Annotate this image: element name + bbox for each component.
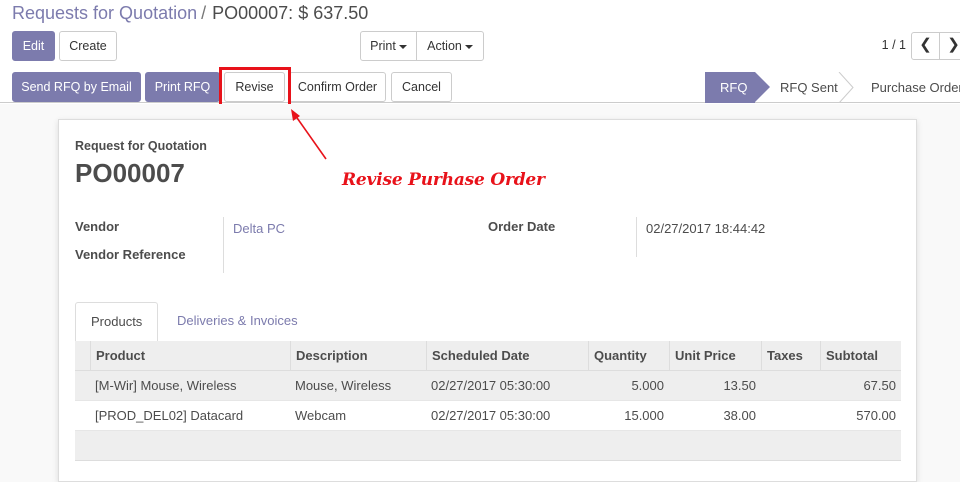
chevron-left-icon: ❮	[919, 36, 932, 53]
annotation-text: Revise Purhase Order	[342, 170, 545, 190]
pager-value[interactable]: 1 / 1	[882, 38, 906, 52]
order-date-field[interactable]: 02/27/2017 18:44:42	[646, 221, 765, 236]
column-header[interactable]: Taxes	[761, 341, 820, 371]
order-date-label: Order Date	[488, 219, 556, 234]
page-title: PO00007	[75, 158, 185, 188]
stage-label: RFQ	[720, 80, 748, 95]
unit-price-cell: 38.00	[723, 408, 756, 423]
unit-price-cell: 13.50	[723, 378, 756, 393]
stage-rfq-sent[interactable]: RFQ Sent	[780, 72, 838, 103]
subtotal-cell: 67.50	[863, 378, 896, 393]
annotation-arrow-icon	[291, 109, 327, 160]
table-row[interactable]: [M-Wir] Mouse, Wireless Mouse, Wireless …	[75, 371, 901, 401]
taxes-cell	[761, 371, 820, 401]
form-subtitle: Request for Quotation	[75, 139, 207, 153]
notebook-tabs: Products Deliveries & Invoices	[75, 302, 901, 343]
scheduled-date-cell: 02/27/2017 05:30:00	[431, 408, 551, 423]
description-cell: Webcam	[295, 408, 347, 423]
breadcrumb-link-rfq[interactable]: Requests for Quotation	[12, 3, 197, 23]
column-header[interactable]: Subtotal	[820, 341, 901, 371]
column-header[interactable]: Quantity	[588, 341, 669, 371]
column-header[interactable]: Product	[90, 341, 290, 371]
field-divider	[636, 217, 637, 257]
revise-highlight-box	[219, 67, 291, 107]
chevron-down-icon	[464, 44, 473, 49]
print-rfq-button[interactable]: Print RFQ	[145, 72, 220, 102]
stage-purchase-order[interactable]: Purchase Order	[871, 72, 960, 103]
chevron-down-icon	[398, 44, 407, 49]
next-record-button[interactable]: ❯	[939, 32, 960, 60]
chevron-right-icon: ❯	[947, 36, 960, 53]
subtotal-cell: 570.00	[856, 408, 896, 423]
column-header[interactable]: Description	[290, 341, 426, 371]
table-row[interactable]: [PROD_DEL02] Datacard Webcam 02/27/2017 …	[75, 401, 901, 431]
breadcrumb: Requests for Quotation / PO00007: $ 637.50	[12, 3, 368, 24]
handle-column	[75, 341, 90, 371]
send-rfq-email-button[interactable]: Send RFQ by Email	[12, 72, 141, 102]
print-label: Print	[370, 39, 396, 53]
action-label: Action	[427, 39, 462, 53]
create-button[interactable]: Create	[59, 31, 117, 61]
table-header: Product Description Scheduled Date Quant…	[75, 341, 901, 371]
tab-products[interactable]: Products	[75, 302, 159, 343]
quantity-cell: 15.000	[624, 408, 664, 423]
breadcrumb-separator: /	[201, 3, 207, 23]
vendor-reference-label: Vendor Reference	[75, 247, 186, 262]
vendor-label: Vendor	[75, 219, 120, 234]
cancel-button[interactable]: Cancel	[391, 72, 452, 102]
tab-deliveries-invoices[interactable]: Deliveries & Invoices	[162, 302, 313, 343]
table-footer	[75, 431, 901, 461]
column-header[interactable]: Scheduled Date	[426, 341, 588, 371]
vendor-field[interactable]: Delta PC	[233, 221, 285, 236]
stage-rfq[interactable]: RFQ	[705, 72, 770, 103]
print-dropdown[interactable]: Print	[360, 31, 417, 61]
field-divider	[223, 217, 224, 273]
quantity-cell: 5.000	[631, 378, 664, 393]
edit-button[interactable]: Edit	[12, 31, 55, 61]
action-dropdown[interactable]: Action	[416, 31, 484, 61]
order-lines-table: Product Description Scheduled Date Quant…	[75, 341, 901, 461]
product-cell: [PROD_DEL02] Datacard	[95, 408, 244, 423]
breadcrumb-current: PO00007: $ 637.50	[212, 3, 369, 23]
taxes-cell	[761, 401, 820, 431]
scheduled-date-cell: 02/27/2017 05:30:00	[431, 378, 551, 393]
confirm-order-button[interactable]: Confirm Order	[289, 72, 386, 102]
product-cell: [M-Wir] Mouse, Wireless	[95, 378, 237, 393]
prev-record-button[interactable]: ❮	[911, 32, 940, 60]
description-cell: Mouse, Wireless	[295, 378, 392, 393]
column-header[interactable]: Unit Price	[669, 341, 761, 371]
stage-arrow	[755, 72, 770, 102]
stage-divider	[838, 72, 854, 103]
